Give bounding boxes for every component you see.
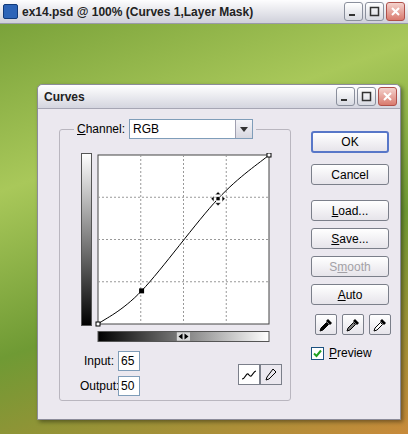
graph-area [60, 130, 290, 343]
curve-tools [238, 364, 282, 385]
channel-label: Channel: [77, 120, 125, 138]
pencil-tool-button[interactable] [260, 364, 282, 385]
channel-value: RGB [130, 120, 235, 138]
preview-checkbox[interactable] [311, 347, 324, 360]
input-output-fields: Input:65Output:50 [80, 351, 140, 396]
document-minimize-button[interactable] [344, 2, 363, 21]
curve-icon [241, 369, 257, 381]
photoshop-document-icon [3, 4, 18, 19]
curve-point [267, 153, 271, 157]
minimize-icon [340, 91, 351, 102]
dialog-title: Curves [44, 88, 336, 106]
curve-line [98, 155, 269, 324]
input-gradient-bar [98, 332, 269, 342]
values-row: Input:65Output:50 [60, 351, 290, 396]
dialog-minimize-button[interactable] [336, 87, 355, 106]
channel-select[interactable]: RGB [129, 119, 253, 139]
preview-label: Preview [329, 344, 372, 362]
ok-button[interactable]: OK [311, 131, 389, 153]
dialog-title-bar: Curves [38, 85, 400, 109]
dropdown-arrow-icon[interactable] [235, 120, 252, 138]
eyedropper-row [311, 314, 391, 335]
maximize-icon [361, 91, 372, 102]
maximize-icon [369, 6, 380, 17]
smooth-button[interactable]: Smooth [311, 256, 389, 277]
channel-row: Channel: RGB [74, 119, 256, 139]
document-window-controls [344, 2, 405, 21]
curve-point [139, 288, 144, 293]
dialog-body: Channel:RGBInput:65Output:50OKCancelLoad… [38, 109, 400, 419]
document-title: ex14.psd @ 100% (Curves 1,Layer Mask) [22, 3, 340, 21]
field-value[interactable]: 65 [118, 351, 140, 371]
curve-grid [98, 155, 269, 324]
save-button[interactable]: Save... [311, 228, 389, 249]
dialog-maximize-button[interactable] [357, 87, 376, 106]
load-button[interactable]: Load... [311, 200, 389, 221]
eyedropper-icon [346, 318, 360, 332]
curve-tool-button[interactable] [238, 364, 260, 385]
auto-button[interactable]: Auto [311, 284, 389, 305]
eyedropper-icon [373, 318, 387, 332]
desktop: ex14.psd @ 100% (Curves 1,Layer Mask) Cur… [0, 0, 408, 434]
checkmark-icon [313, 349, 322, 358]
curve-group: Channel:RGBInput:65Output:50 [59, 129, 291, 401]
curve-point [96, 322, 100, 326]
dialog-window-controls [336, 87, 397, 106]
button-column: OK Cancel Load... Save... Smooth Auto Preview [311, 131, 391, 419]
eyedropper-icon [319, 318, 333, 332]
output-row: Output:50 [80, 376, 140, 396]
field-label: Input: [80, 352, 114, 370]
curves-dialog: CurvesChannel:RGBInput:65Output:50OKCanc… [37, 84, 401, 420]
cancel-button[interactable]: Cancel [311, 164, 389, 185]
input-row: Input:65 [80, 351, 140, 371]
eyedropper-button[interactable] [315, 314, 337, 335]
gradient-toggle-icon [177, 332, 191, 341]
pencil-icon [265, 368, 277, 382]
curves-graph[interactable] [81, 153, 273, 343]
minimize-icon [348, 6, 359, 17]
preview-checkbox-row[interactable]: Preview [311, 344, 391, 362]
eyedropper-button[interactable] [342, 314, 364, 335]
close-icon [390, 6, 401, 17]
field-value[interactable]: 50 [118, 376, 140, 396]
document-close-button[interactable] [386, 2, 405, 21]
document-title-bar: ex14.psd @ 100% (Curves 1,Layer Mask) [0, 0, 408, 24]
dialog-close-button[interactable] [378, 87, 397, 106]
document-maximize-button[interactable] [365, 2, 384, 21]
output-gradient-bar [82, 154, 92, 326]
eyedropper-button[interactable] [369, 314, 391, 335]
close-icon [382, 91, 393, 102]
field-label: Output: [80, 377, 114, 395]
move-cursor-icon[interactable] [211, 192, 225, 206]
